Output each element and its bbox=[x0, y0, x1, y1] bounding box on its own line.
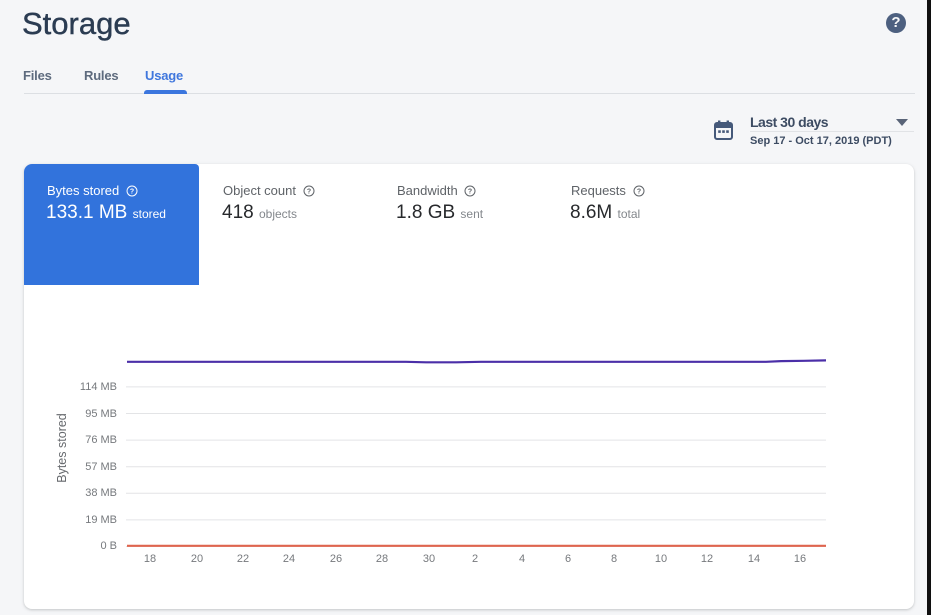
svg-text:?: ? bbox=[468, 189, 472, 196]
svg-text:?: ? bbox=[306, 189, 310, 196]
svg-text:?: ? bbox=[130, 189, 134, 196]
svg-text:?: ? bbox=[636, 189, 640, 196]
